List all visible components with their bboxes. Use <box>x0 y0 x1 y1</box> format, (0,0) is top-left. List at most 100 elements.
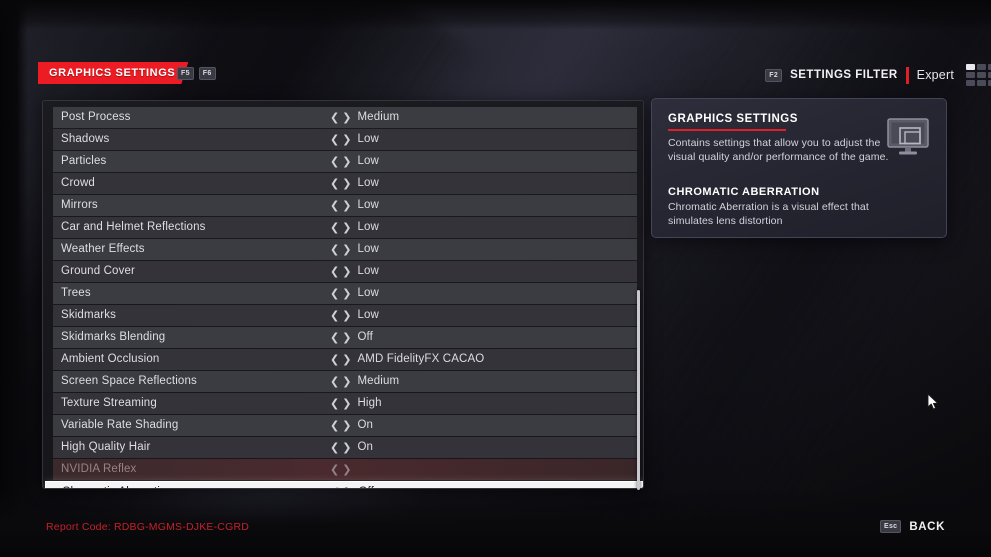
settings-row-label: High Quality Hair <box>61 441 151 454</box>
value-stepper[interactable]: ❮❯ <box>330 112 351 123</box>
chevron-right-icon[interactable]: ❯ <box>342 420 351 431</box>
back-button[interactable]: Esc BACK <box>880 520 945 533</box>
chevron-right-icon[interactable]: ❯ <box>342 178 351 189</box>
chevron-right-icon[interactable]: ❯ <box>342 332 351 343</box>
chevron-right-icon[interactable]: ❯ <box>342 354 351 365</box>
chevron-right-icon[interactable]: ❯ <box>342 310 351 321</box>
value-stepper[interactable]: ❮❯ <box>331 487 352 489</box>
settings-row-control[interactable]: ❮ ❯ AMD FidelityFX CACAO <box>330 349 484 370</box>
top-edge-shade <box>0 0 991 30</box>
chevron-right-icon[interactable]: ❯ <box>342 442 351 453</box>
settings-row-control[interactable]: ❮❯ Off <box>331 482 374 489</box>
value-stepper[interactable]: ❮❯ <box>330 376 351 387</box>
settings-row-control[interactable]: ❮ ❯ Low <box>330 283 379 304</box>
value-stepper[interactable]: ❮❯ <box>330 200 351 211</box>
chevron-right-icon[interactable]: ❯ <box>342 200 351 211</box>
chevron-left-icon[interactable]: ❮ <box>330 156 339 167</box>
settings-row-control[interactable]: ❮ ❯ Low <box>330 305 379 326</box>
settings-row[interactable]: Variable Rate Shading ❮ ❯ On <box>53 414 637 436</box>
key-hint-esc[interactable]: Esc <box>880 520 902 533</box>
settings-row[interactable]: Crowd ❮ ❯ Low <box>53 172 637 194</box>
value-stepper[interactable]: ❮❯ <box>330 310 351 321</box>
chevron-left-icon[interactable]: ❮ <box>330 310 339 321</box>
chevron-left-icon[interactable]: ❮ <box>330 200 339 211</box>
chevron-left-icon[interactable]: ❮ <box>330 112 339 123</box>
settings-row-control[interactable]: ❮ ❯ Low <box>330 129 379 150</box>
settings-row[interactable]: Skidmarks Blending ❮ ❯ Off <box>53 326 637 348</box>
chevron-left-icon[interactable]: ❮ <box>331 487 340 489</box>
value-stepper[interactable]: ❮❯ <box>330 442 351 453</box>
chevron-left-icon[interactable]: ❮ <box>330 376 339 387</box>
value-stepper[interactable]: ❮❯ <box>330 398 351 409</box>
chevron-right-icon[interactable]: ❯ <box>342 266 351 277</box>
chevron-left-icon[interactable]: ❮ <box>330 464 339 475</box>
settings-filter-value[interactable]: Expert <box>917 68 954 82</box>
settings-row-control[interactable]: ❮ ❯ Low <box>330 217 379 238</box>
chevron-right-icon[interactable]: ❯ <box>342 398 351 409</box>
settings-row-control[interactable]: ❮ ❯ High <box>330 393 382 414</box>
chevron-right-icon[interactable]: ❯ <box>342 376 351 387</box>
chevron-left-icon[interactable]: ❮ <box>330 222 339 233</box>
settings-row-control[interactable]: ❮❯ Off <box>330 327 373 348</box>
settings-row[interactable]: Post Process ❮ ❯ Medium <box>53 107 637 128</box>
value-stepper[interactable]: ❮❯ <box>330 332 351 343</box>
chevron-right-icon[interactable]: ❯ <box>342 222 351 233</box>
settings-row[interactable]: Weather Effects ❮ ❯ Low <box>53 238 637 260</box>
settings-row-control[interactable]: ❮ ❯ Low <box>330 151 379 172</box>
chevron-left-icon[interactable]: ❮ <box>330 442 339 453</box>
chevron-right-icon[interactable]: ❯ <box>343 487 352 489</box>
settings-row[interactable]: Particles ❮ ❯ Low <box>53 150 637 172</box>
settings-row[interactable]: Skidmarks ❮ ❯ Low <box>53 304 637 326</box>
chevron-right-icon[interactable]: ❯ <box>342 156 351 167</box>
value-stepper[interactable]: ❮❯ <box>330 288 351 299</box>
settings-row-control[interactable]: ❮ ❯ Low <box>330 195 379 216</box>
settings-row-control[interactable]: ❮ ❯ Medium <box>330 371 399 392</box>
key-hint-f2[interactable]: F2 <box>765 68 783 82</box>
chevron-left-icon[interactable]: ❮ <box>330 354 339 365</box>
value-stepper[interactable]: ❮❯ <box>330 222 351 233</box>
chevron-left-icon[interactable]: ❮ <box>330 266 339 277</box>
settings-row-control[interactable]: ❮ ❯ <box>330 459 357 480</box>
value-stepper[interactable]: ❮❯ <box>330 178 351 189</box>
settings-row[interactable]: Screen Space Reflections ❮ ❯ Medium <box>53 370 637 392</box>
settings-row[interactable]: Ground Cover ❮ ❯ Low <box>53 260 637 282</box>
chevron-left-icon[interactable]: ❮ <box>330 398 339 409</box>
key-hint-f5[interactable]: F5 <box>177 67 194 80</box>
settings-row-control[interactable]: ❮ ❯ Low <box>330 239 379 260</box>
value-stepper[interactable]: ❮❯ <box>330 420 351 431</box>
value-stepper[interactable]: ❮❯ <box>330 354 351 365</box>
settings-row[interactable]: High Quality Hair ❮ ❯ On <box>53 436 637 458</box>
settings-row-control[interactable]: ❮ ❯ Medium <box>330 107 399 128</box>
settings-row[interactable]: Mirrors ❮ ❯ Low <box>53 194 637 216</box>
settings-row[interactable]: Trees ❮ ❯ Low <box>53 282 637 304</box>
chevron-right-icon[interactable]: ❯ <box>342 112 351 123</box>
settings-row[interactable]: Shadows ❮ ❯ Low <box>53 128 637 150</box>
settings-row[interactable]: Ambient Occlusion ❮ ❯ AMD FidelityFX CACAO <box>53 348 637 370</box>
chevron-left-icon[interactable]: ❮ <box>330 244 339 255</box>
chevron-left-icon[interactable]: ❮ <box>330 134 339 145</box>
chevron-right-icon[interactable]: ❯ <box>342 288 351 299</box>
settings-row[interactable]: Car and Helmet Reflections ❮ ❯ Low <box>53 216 637 238</box>
settings-row-control[interactable]: ❮ ❯ On <box>330 437 373 458</box>
key-hint-f6[interactable]: F6 <box>198 67 216 80</box>
settings-scrollbar[interactable] <box>637 290 640 490</box>
chevron-right-icon[interactable]: ❯ <box>342 464 351 475</box>
value-stepper[interactable]: ❮❯ <box>330 464 351 475</box>
settings-row[interactable]: Texture Streaming ❮ ❯ High <box>53 392 637 414</box>
chevron-right-icon[interactable]: ❯ <box>342 134 351 145</box>
chevron-right-icon[interactable]: ❯ <box>342 244 351 255</box>
value-stepper[interactable]: ❮❯ <box>330 266 351 277</box>
settings-row-control[interactable]: ❮ ❯ Low <box>330 261 379 282</box>
settings-row-control[interactable]: ❮ ❯ Low <box>330 173 379 194</box>
value-stepper[interactable]: ❮❯ <box>330 156 351 167</box>
settings-row-control[interactable]: ❮ ❯ On <box>330 415 373 436</box>
settings-filter-control[interactable]: F2 SETTINGS FILTER Expert <box>765 64 991 86</box>
chevron-left-icon[interactable]: ❮ <box>330 332 339 343</box>
chevron-left-icon[interactable]: ❮ <box>330 420 339 431</box>
settings-row[interactable]: Chromatic Aberration ❮❯ Off <box>45 481 643 489</box>
chevron-left-icon[interactable]: ❮ <box>330 288 339 299</box>
value-stepper[interactable]: ❮❯ <box>330 134 351 145</box>
chevron-left-icon[interactable]: ❮ <box>330 178 339 189</box>
value-stepper[interactable]: ❮❯ <box>330 244 351 255</box>
settings-row[interactable]: NVIDIA Reflex ❮ ❯ <box>53 458 637 480</box>
